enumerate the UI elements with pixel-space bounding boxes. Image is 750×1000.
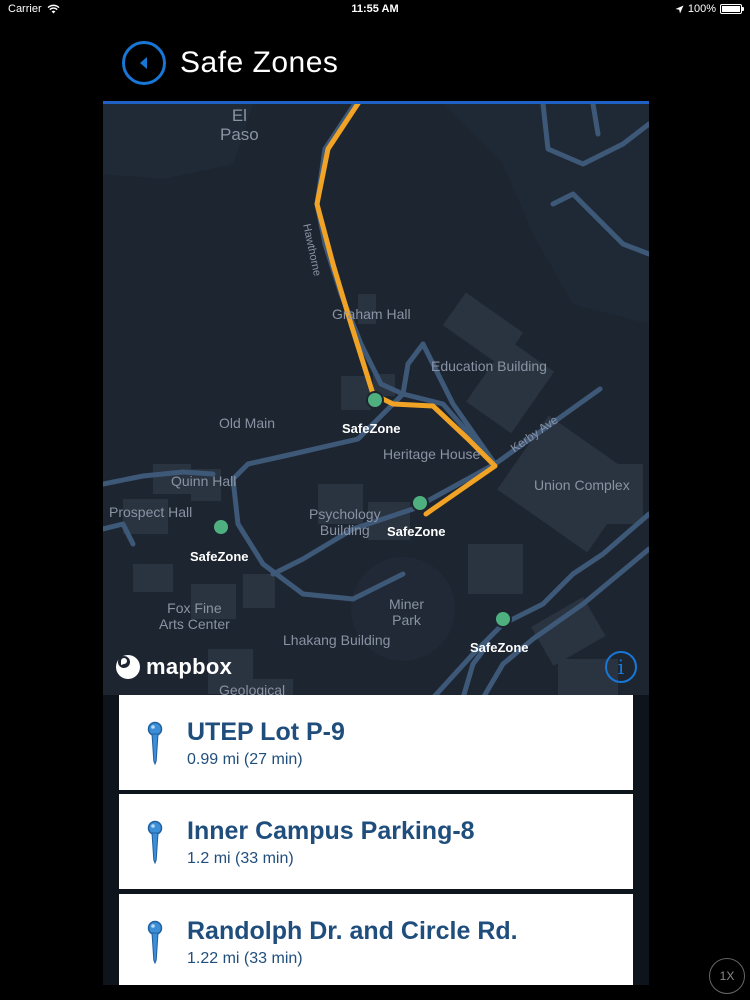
battery-icon	[720, 4, 744, 14]
status-time: 11:55 AM	[351, 3, 399, 15]
label-fox-fine-arts: Fox Fine Arts Center	[159, 600, 230, 632]
battery-percent: 100%	[687, 3, 716, 15]
back-button[interactable]	[122, 41, 166, 85]
safezone-marker	[212, 518, 230, 536]
safezone-marker	[494, 610, 512, 628]
safezone-label: SafeZone	[190, 549, 249, 564]
label-union-complex: Union Complex	[534, 477, 630, 493]
list-item[interactable]: Inner Campus Parking-8 1.2 mi (33 min)	[119, 794, 633, 889]
label-old-main: Old Main	[219, 415, 276, 431]
page-title: Safe Zones	[180, 46, 339, 79]
label-prospect-hall: Prospect Hall	[109, 504, 193, 520]
safe-zone-list: UTEP Lot P-9 0.99 mi (27 min) Inner Camp…	[103, 695, 649, 985]
playback-speed-button[interactable]: 1X	[709, 958, 745, 994]
zone-distance: 0.99 mi (27 min)	[187, 750, 303, 768]
list-item-text: Inner Campus Parking-8 1.2 mi (33 min)	[187, 816, 475, 868]
list-item-text: Randolph Dr. and Circle Rd. 1.22 mi (33 …	[187, 916, 518, 968]
back-arrow-icon	[140, 57, 147, 69]
zone-name: Randolph Dr. and Circle Rd.	[187, 916, 518, 945]
label-heritage-house: Heritage House	[383, 446, 481, 462]
status-right: 100%	[675, 3, 744, 15]
info-icon: i	[617, 655, 625, 679]
map-pin-icon	[147, 920, 163, 964]
zone-name: UTEP Lot P-9	[187, 717, 345, 746]
safezone-marker	[411, 494, 429, 512]
location-arrow-icon	[675, 5, 684, 13]
header: Safe Zones	[122, 38, 338, 88]
label-miner-park: Miner Park	[389, 596, 425, 628]
info-button[interactable]: i	[605, 651, 637, 683]
zone-distance: 1.22 mi (33 min)	[187, 949, 303, 967]
label-lhakang-building: Lhakang Building	[283, 632, 391, 648]
status-bar: Carrier 11:55 AM 100%	[0, 0, 750, 18]
map-pin-icon	[147, 721, 163, 765]
safezone-label: SafeZone	[470, 640, 529, 655]
label-el-paso: El Paso	[220, 106, 259, 144]
label-graham-hall: Graham Hall	[332, 306, 411, 322]
safezone-marker	[366, 391, 384, 409]
mapbox-logo-icon	[116, 655, 140, 679]
map-pin-icon	[147, 820, 163, 864]
mapbox-wordmark: mapbox	[146, 654, 233, 679]
safezone-label: SafeZone	[342, 421, 401, 436]
label-quinn-hall: Quinn Hall	[171, 473, 237, 489]
list-item-text: UTEP Lot P-9 0.99 mi (27 min)	[187, 717, 345, 769]
zone-name: Inner Campus Parking-8	[187, 816, 475, 845]
zone-distance: 1.2 mi (33 min)	[187, 849, 294, 867]
list-item[interactable]: UTEP Lot P-9 0.99 mi (27 min)	[119, 695, 633, 790]
safezone-label: SafeZone	[387, 524, 446, 539]
mapbox-attribution[interactable]: mapbox	[116, 654, 232, 680]
map-view[interactable]: El Paso Hawthorne Graham Hall Education …	[103, 101, 649, 695]
label-psychology-building: Psychology Building	[309, 506, 381, 538]
label-geological: Geological	[219, 682, 286, 695]
label-education-building: Education Building	[431, 358, 547, 374]
list-item[interactable]: Randolph Dr. and Circle Rd. 1.22 mi (33 …	[119, 894, 633, 985]
